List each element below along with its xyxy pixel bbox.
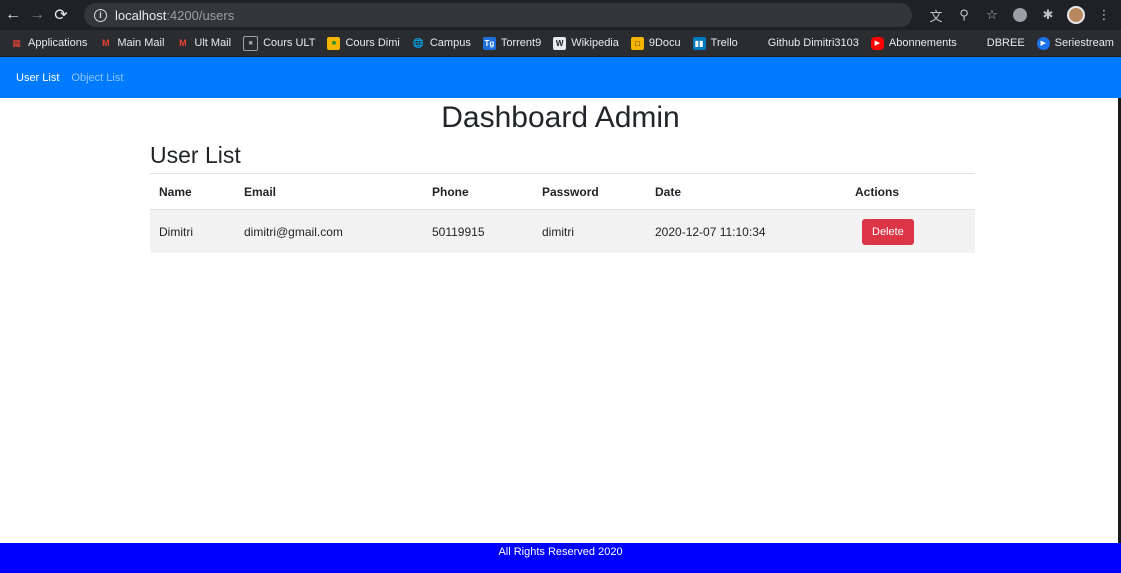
bookmark-seriestream[interactable]: ▶ Seriestream [1036,36,1114,50]
table-row: Dimitri dimitri@gmail.com 50119915 dimit… [150,209,975,253]
column-header-email: Email [235,173,423,210]
bookmark-applications[interactable]: ▦ Applications [10,37,87,50]
bookmark-cours-ult[interactable]: ■ Cours ULT [243,35,316,51]
puzzle-icon[interactable]: ✱ [1039,6,1057,24]
column-header-date: Date [646,173,846,210]
users-table: Name Email Phone Password Date Actions D… [150,173,975,253]
footer-text: All Rights Reserved 2020 [498,546,623,558]
youtube-icon: ▶ [870,36,884,50]
gmail-icon: M [179,38,187,48]
bookmark-label: Abonnements [888,37,957,49]
url-path: :4200/users [166,7,235,23]
cell-email: dimitri@gmail.com [235,209,423,253]
bookmark-dbree[interactable]: DBREE [968,36,1025,50]
cell-date: 2020-12-07 11:10:34 [646,209,846,253]
cell-phone: 50119915 [423,209,533,253]
bookmark-label: Github Dimitri3103 [767,37,859,49]
bookmark-torrent9[interactable]: Tg Torrent9 [482,36,542,50]
cell-actions: Delete [846,209,975,253]
bookmark-label: 9Docu [648,37,681,49]
dbree-icon [968,36,982,50]
classroom-icon: ■ [327,36,341,50]
torrent-icon: Tg [482,36,496,50]
globe-icon: 🌐 [412,37,424,48]
section-title: User List [150,142,241,168]
column-header-phone: Phone [423,173,533,210]
bookmark-label: Applications [28,37,88,49]
bookmark-cours-dimi[interactable]: ■ Cours Dimi [327,36,400,50]
bookmark-label: DBREE [986,37,1025,49]
docu-icon: □ [630,36,644,50]
bookmark-label: Campus [429,37,471,49]
bookmark-ult-mail[interactable]: M Ult Mail [176,37,231,50]
cell-password: dimitri [533,209,646,253]
nav-link-user-list[interactable]: User List [16,72,59,84]
url-host: localhost [115,7,167,23]
star-icon[interactable]: ☆ [983,6,1001,24]
apps-grid-icon: ▦ [12,37,21,48]
bookmark-campus[interactable]: 🌐 Campus [412,37,471,50]
bookmark-main-mail[interactable]: M Main Mail [99,37,164,50]
extension-circle-icon[interactable] [1011,6,1029,24]
classroom-icon: ■ [243,35,259,51]
info-icon[interactable]: i [94,8,107,22]
bookmark-wikipedia[interactable]: W Wikipedia [553,36,619,50]
bookmark-label: Seriestream [1054,37,1114,49]
table-header-row: Name Email Phone Password Date Actions [150,173,975,210]
reload-icon[interactable]: ⟳ [50,4,72,26]
bookmark-label: Ult Mail [194,37,232,49]
address-bar[interactable]: i localhost:4200/users [84,3,912,27]
cell-name: Dimitri [150,209,235,253]
nav-link-object-list[interactable]: Object List [71,72,123,84]
translate-icon[interactable]: 文 [927,6,945,24]
browser-toolbar: ← → ⟳ i localhost:4200/users 文 ⚲ ☆ ✱ ⋮ [0,0,1121,30]
bookmark-github[interactable]: Github Dimitri3103 [749,36,859,50]
back-arrow-icon[interactable]: ← [2,4,24,26]
trello-icon: ▮▮ [692,36,706,50]
play-icon: ▶ [1036,36,1050,50]
bookmark-label: Torrent9 [500,37,542,49]
column-header-name: Name [150,173,235,210]
kebab-menu-icon[interactable]: ⋮ [1095,6,1113,24]
bookmark-label: Main Mail [117,37,165,49]
bookmark-9docu[interactable]: □ 9Docu [630,36,681,50]
page-title: Dashboard Admin [441,101,680,134]
bookmark-abonnements[interactable]: ▶ Abonnements [870,36,957,50]
footer: All Rights Reserved 2020 [0,543,1121,573]
avatar[interactable] [1067,6,1085,24]
bookmarks-bar: ▦ Applications M Main Mail M Ult Mail ■ … [0,30,1121,57]
bookmark-label: Cours ULT [263,37,316,49]
wikipedia-icon: W [553,36,567,50]
gmail-icon: M [102,38,110,48]
bookmark-label: Cours Dimi [345,37,400,49]
column-header-actions: Actions [846,173,975,210]
bookmark-label: Trello [710,37,738,49]
zoom-icon[interactable]: ⚲ [955,6,973,24]
bookmark-label: Wikipedia [571,37,619,49]
app-navbar: User List Object List [0,57,1121,98]
column-header-password: Password [533,173,646,210]
forward-arrow-icon[interactable]: → [26,4,48,26]
github-icon [749,36,763,50]
bookmark-trello[interactable]: ▮▮ Trello [692,36,738,50]
delete-button[interactable]: Delete [862,218,914,245]
